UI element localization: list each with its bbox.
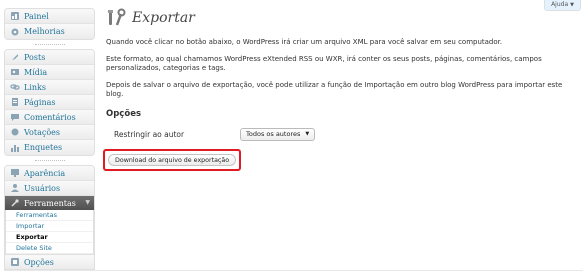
dropdown-arrow-icon: ▼ — [305, 131, 310, 137]
menu-item-paginas[interactable]: Páginas — [5, 95, 94, 110]
gear-icon — [10, 27, 20, 37]
menu-label: Enquetes — [24, 143, 63, 152]
author-filter-row: Restringir ao autor Todos os autores ▼ — [106, 127, 576, 141]
users-icon — [10, 183, 20, 193]
admin-window: Ajuda ▼ Painel Melhorias Posts Mídia Lin… — [0, 0, 587, 275]
dashboard-icon — [10, 11, 20, 21]
tools-icon — [106, 8, 126, 28]
submenu-item-importar[interactable]: Importar — [6, 221, 93, 232]
menu-item-midia[interactable]: Mídia — [5, 65, 94, 80]
author-filter-label: Restringir ao autor — [114, 129, 185, 139]
menu-item-comentarios[interactable]: Comentários — [5, 110, 94, 125]
footer-divider — [4, 270, 583, 271]
poll-icon — [10, 143, 20, 153]
menu-item-melhorias[interactable]: Melhorias — [5, 24, 94, 39]
menu-label: Aparência — [24, 168, 66, 178]
menu-separator — [4, 40, 95, 49]
menu-label: Painel — [24, 11, 49, 21]
menu-label: Ferramentas — [24, 198, 76, 208]
download-button-highlight: Download do arquivo de exportação — [103, 149, 242, 171]
menu-label: Páginas — [24, 97, 56, 107]
thumbs-icon — [10, 127, 20, 137]
submenu-item-delete-site[interactable]: Delete Site — [6, 243, 93, 254]
page-title: Exportar — [132, 10, 195, 26]
description-paragraph: Este formato, ao qual chamamos WordPress… — [106, 55, 542, 72]
settings-icon — [10, 257, 20, 267]
appearance-icon — [10, 168, 20, 178]
menu-label: Comentários — [24, 112, 76, 122]
link-icon — [10, 82, 20, 92]
tools-submenu: Ferramentas Importar Exportar Delete Sit… — [5, 210, 94, 254]
menu-label: Usuários — [24, 183, 61, 193]
collapse-arrow-icon[interactable]: ▼ — [85, 199, 90, 206]
menu-label: Votações — [24, 127, 60, 137]
menu-item-links[interactable]: Links — [5, 80, 94, 95]
submenu-item-exportar[interactable]: Exportar — [6, 232, 93, 243]
menu-item-posts[interactable]: Posts — [5, 50, 94, 65]
menu-label: Opções — [24, 257, 54, 267]
page-header: Exportar — [106, 6, 576, 30]
description-paragraph: Quando você clicar no botão abaixo, o Wo… — [106, 38, 503, 46]
menu-group-top: Painel Melhorias — [4, 8, 95, 40]
menu-item-votacoes[interactable]: Votações — [5, 125, 94, 140]
menu-item-painel[interactable]: Painel — [5, 9, 94, 24]
menu-item-enquetes[interactable]: Enquetes — [5, 140, 94, 155]
menu-label: Melhorias — [24, 27, 65, 36]
pin-icon — [10, 52, 20, 62]
menu-label: Posts — [24, 52, 46, 62]
menu-item-usuarios[interactable]: Usuários — [5, 181, 94, 196]
menu-group-content: Posts Mídia Links Páginas Comentários Vo… — [4, 49, 95, 156]
description-paragraph: Depois de salvar o arquivo de exportação… — [106, 81, 563, 98]
menu-separator — [4, 156, 95, 165]
admin-sidebar: Painel Melhorias Posts Mídia Links Págin… — [4, 8, 95, 270]
menu-label: Mídia — [24, 67, 48, 77]
menu-item-ferramentas[interactable]: Ferramentas ▼ — [5, 196, 94, 210]
options-heading: Opções — [106, 109, 142, 119]
author-select[interactable]: Todos os autores ▼ — [240, 127, 316, 141]
menu-item-aparencia[interactable]: Aparência — [5, 166, 94, 181]
pages-icon — [10, 97, 20, 107]
download-export-button[interactable]: Download do arquivo de exportação — [108, 154, 237, 166]
tools-icon — [10, 198, 20, 208]
media-icon — [10, 67, 20, 77]
submenu-item-ferramentas[interactable]: Ferramentas — [6, 210, 93, 221]
author-select-value: Todos os autores — [246, 130, 301, 138]
main-content: Exportar Quando você clicar no botão aba… — [103, 6, 576, 171]
menu-label: Links — [24, 82, 46, 92]
menu-group-settings: Aparência Usuários Ferramentas ▼ Ferrame… — [4, 165, 95, 270]
menu-item-opcoes[interactable]: Opções — [5, 254, 94, 269]
comments-icon — [10, 112, 20, 122]
